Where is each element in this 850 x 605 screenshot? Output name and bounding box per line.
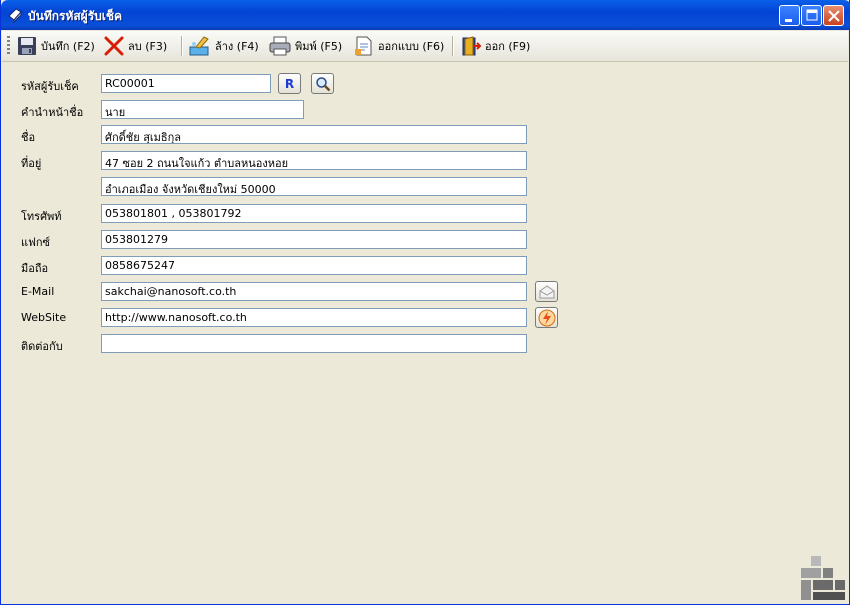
prefix-input[interactable]: นาย: [101, 100, 304, 119]
r-button[interactable]: R: [278, 73, 301, 94]
website-input[interactable]: http://www.nanosoft.co.th: [101, 308, 527, 327]
toolbar: บันทึก (F2) ลบ (F3) ล้าง (F4) พิมพ์ (F5)…: [2, 31, 848, 62]
app-window: บันทึกรหัสผู้รับเช็ค บันทึก (F2) ลบ (F3)…: [0, 0, 850, 605]
minimize-icon: [785, 19, 792, 22]
open-website-button[interactable]: [535, 307, 558, 328]
envelope-icon: [539, 284, 554, 298]
mobile-input[interactable]: 0858675247: [101, 256, 527, 275]
website-label: WebSite: [21, 311, 67, 324]
name-input[interactable]: ศักดิ์ชัย สุเมธิกุล: [101, 125, 527, 144]
magnifier-icon: [315, 76, 330, 91]
close-button[interactable]: [823, 5, 844, 26]
address-label: ที่อยู่: [21, 157, 42, 170]
email-label: E-Mail: [21, 285, 55, 298]
printer-icon: [269, 36, 291, 56]
save-button[interactable]: บันทึก (F2): [16, 35, 95, 57]
code-input[interactable]: RC00001: [101, 74, 271, 93]
fax-input[interactable]: 053801279: [101, 230, 527, 249]
title-bar[interactable]: บันทึกรหัสผู้รับเช็ค: [1, 0, 850, 30]
app-icon: [8, 8, 22, 23]
document-design-icon: [355, 36, 372, 56]
clear-icon: [189, 36, 209, 56]
contact-label: ติดต่อกับ: [21, 340, 63, 353]
delete-icon: [104, 36, 124, 56]
clear-button[interactable]: ล้าง (F4): [188, 35, 259, 57]
name-label: ชื่อ: [21, 131, 36, 144]
maximize-button[interactable]: [801, 5, 822, 26]
toolbar-grip[interactable]: [7, 36, 10, 56]
code-label: รหัสผู้รับเช็ค: [21, 80, 79, 93]
minimize-button[interactable]: [779, 5, 800, 26]
delete-button[interactable]: ลบ (F3): [103, 35, 167, 57]
search-button[interactable]: [311, 73, 334, 94]
prefix-label: คำนำหน้าชื่อ: [21, 106, 84, 119]
exit-button[interactable]: ออก (F9): [460, 35, 530, 57]
phone-input[interactable]: 053801801 , 053801792: [101, 204, 527, 223]
design-button[interactable]: ออกแบบ (F6): [353, 35, 444, 57]
toolbar-separator: [452, 36, 454, 56]
email-input[interactable]: sakchai@nanosoft.co.th: [101, 282, 527, 301]
address-line1-input[interactable]: 47 ซอย 2 ถนนใจแก้ว ตำบลหนองหอย: [101, 151, 527, 170]
send-email-button[interactable]: [535, 281, 558, 302]
maximize-icon: [806, 9, 818, 21]
fax-label: แฟกซ์: [21, 236, 51, 249]
address-line2-input[interactable]: อำเภอเมือง จังหวัดเชียงใหม่ 50000: [101, 177, 527, 196]
save-icon: [18, 37, 36, 55]
close-icon: [828, 10, 840, 22]
mobile-label: มือถือ: [21, 262, 49, 275]
contact-input[interactable]: [101, 334, 527, 353]
resize-grip-icon[interactable]: [801, 556, 845, 600]
exit-door-icon: [462, 36, 482, 56]
toolbar-separator: [181, 36, 183, 56]
phone-label: โทรศัพท์: [21, 210, 62, 223]
print-button[interactable]: พิมพ์ (F5): [268, 35, 342, 57]
lightning-icon: [538, 309, 555, 326]
window-title: บันทึกรหัสผู้รับเช็ค: [28, 9, 123, 23]
